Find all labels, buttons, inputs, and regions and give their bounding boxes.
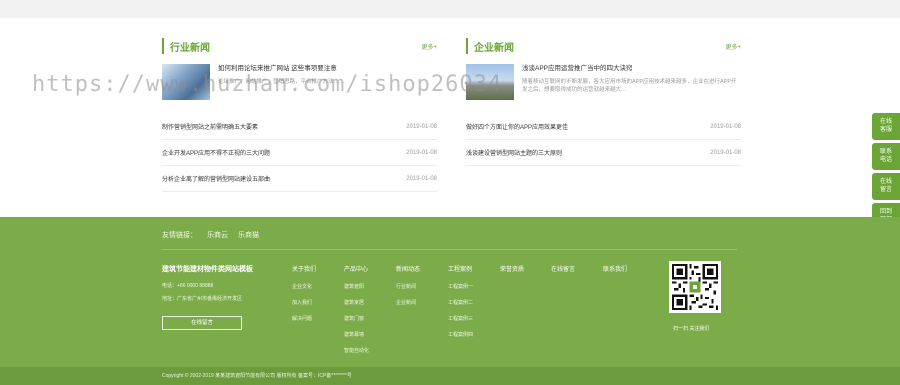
footer-column-message: 在线留言: [551, 264, 575, 283]
footer-link[interactable]: 行业新闻: [396, 283, 420, 290]
friend-link[interactable]: 乐商猫: [238, 230, 259, 249]
industry-news-title: 行业新闻: [170, 42, 210, 54]
news-item-title[interactable]: 做好四个方面让你的APP应用效果更佳: [466, 122, 568, 131]
news-item-title[interactable]: 浅谈建设营销型网站主题的三大原则: [466, 148, 562, 157]
friend-links-label: 友情链接：: [162, 232, 197, 239]
news-list-item[interactable]: 分析企业离了解的营销型网站建设五部曲 2019-01-08: [162, 166, 437, 192]
footer-column-contact: 联系我们: [603, 264, 627, 283]
footer-column-title[interactable]: 荣誉资质: [500, 264, 524, 273]
footer-link[interactable]: 工程案例四: [448, 331, 473, 338]
news-item-date: 2019-01-08: [406, 175, 437, 182]
footer-column-title[interactable]: 产品中心: [344, 264, 369, 273]
watermark-text: https://www.huzhan.com/ishop26034: [32, 72, 503, 97]
industry-news-header: 行业新闻 更多+: [162, 38, 437, 54]
footer-column-title[interactable]: 在线留言: [551, 264, 575, 273]
footer-column-title[interactable]: 联系我们: [603, 264, 627, 273]
company-address: 地址：广东省广州市番禺经济开发区: [162, 296, 243, 302]
online-message-button[interactable]: 在线 留言: [872, 173, 900, 200]
enterprise-news-title: 企业新闻: [474, 42, 514, 54]
friend-link[interactable]: 乐商云: [207, 230, 228, 249]
top-strip: [0, 0, 900, 18]
news-list-item[interactable]: 企业开发APP应用不得不正视的三大问题 2019-01-08: [162, 140, 437, 166]
footer-link[interactable]: 解决问题: [292, 315, 316, 322]
footer-link[interactable]: 企业新闻: [396, 299, 420, 306]
company-name: 建筑节能建材物件类网站模板: [162, 266, 253, 273]
copyright-bar: Copyright © 2002-2019 某某建筑遮阳节能有限公司 版权所有 …: [0, 367, 900, 385]
industry-news-list: 制作营销型网站之前需明确五大要素 2019-01-08 企业开发APP应用不得不…: [162, 114, 437, 192]
footer-column-cases: 工程案例 工程案例一 工程案例二 工程案例三 工程案例四: [448, 264, 473, 347]
news-item-date: 2019-01-08: [710, 123, 741, 130]
footer-link[interactable]: 智能自动化: [344, 347, 369, 354]
footer-message-button[interactable]: 在线留言: [162, 316, 242, 330]
site-footer: 友情链接： 乐商云 乐商猫 建筑节能建材物件类网站模板 电话：+86 0000 …: [0, 217, 900, 367]
footer-column-title[interactable]: 工程案例: [448, 264, 473, 273]
industry-news-more-link[interactable]: 更多+: [421, 42, 437, 51]
footer-column-title[interactable]: 关于我们: [292, 264, 316, 273]
news-list-item[interactable]: 制作营销型网站之前需明确五大要素 2019-01-08: [162, 114, 437, 140]
friend-links: 友情链接： 乐商云 乐商猫: [162, 230, 737, 250]
footer-column-about: 关于我们 企业文化 加入我们 解决问题: [292, 264, 316, 331]
enterprise-news-list: 做好四个方面让你的APP应用效果更佳 2019-01-08 浅谈建设营销型网站主…: [466, 114, 741, 166]
footer-link[interactable]: 建筑遮阳: [344, 283, 369, 290]
side-button-label: 在线: [879, 119, 892, 125]
enterprise-news-header: 企业新闻 更多+: [466, 38, 741, 54]
news-list-item[interactable]: 做好四个方面让你的APP应用效果更佳 2019-01-08: [466, 114, 741, 140]
floating-side-toolbar: 在线 客服 联系 电话 在线 留言 回到 顶部: [872, 113, 900, 233]
footer-link[interactable]: 建筑幕墙: [344, 331, 369, 338]
qr-code-icon: [669, 261, 721, 313]
feature-title[interactable]: 浅谈APP应用运营推广当中的四大诀窍: [522, 64, 741, 74]
news-item-date: 2019-01-08: [710, 149, 741, 156]
company-info: 建筑节能建材物件类网站模板 电话：+86 0000 88888 地址：广东省广州…: [162, 264, 287, 330]
contact-phone-button[interactable]: 联系 电话: [872, 143, 900, 170]
news-item-date: 2019-01-08: [406, 123, 437, 130]
enterprise-news-section: 企业新闻 更多+ 浅谈APP应用运营推广当中的四大诀窍 随着移动互联网的不断发展…: [466, 38, 741, 166]
footer-link[interactable]: 工程案例二: [448, 299, 473, 306]
footer-link[interactable]: 企业文化: [292, 283, 316, 290]
enterprise-news-more-link[interactable]: 更多+: [725, 42, 741, 51]
feature-description: 随着移动互联网的不断发展，各大应用市场的APP应用技术越来越多，企业在进行APP…: [522, 79, 737, 93]
footer-column-honors: 荣誉资质: [500, 264, 524, 283]
online-service-button[interactable]: 在线 客服: [872, 113, 900, 140]
news-list-item[interactable]: 浅谈建设营销型网站主题的三大原则 2019-01-08: [466, 140, 741, 166]
side-button-label: 留言: [879, 187, 892, 193]
enterprise-news-feature[interactable]: 浅谈APP应用运营推广当中的四大诀窍 随着移动互联网的不断发展，各大应用市场的A…: [466, 64, 741, 102]
footer-link[interactable]: 加入我们: [292, 299, 316, 306]
company-phone: 电话：+86 0000 88888: [162, 283, 214, 289]
side-button-label: 客服: [879, 127, 892, 133]
news-item-title[interactable]: 分析企业离了解的营销型网站建设五部曲: [162, 174, 270, 183]
qr-caption: 扫一扫 关注我们: [673, 326, 710, 332]
side-button-label: 联系: [879, 149, 892, 155]
news-item-date: 2019-01-08: [406, 149, 437, 156]
side-button-label: 回到: [879, 209, 892, 215]
news-item-title[interactable]: 企业开发APP应用不得不正视的三大问题: [162, 148, 270, 157]
feature-text: 浅谈APP应用运营推广当中的四大诀窍 随着移动互联网的不断发展，各大应用市场的A…: [522, 64, 741, 102]
footer-link[interactable]: 工程案例一: [448, 283, 473, 290]
footer-link[interactable]: 建筑门窗: [344, 315, 369, 322]
side-button-label: 电话: [879, 157, 892, 163]
side-button-label: 在线: [879, 179, 892, 185]
footer-column-news: 新闻动态 行业新闻 企业新闻: [396, 264, 420, 315]
footer-link[interactable]: 建筑家居: [344, 299, 369, 306]
news-item-title[interactable]: 制作营销型网站之前需明确五大要素: [162, 122, 258, 131]
footer-link[interactable]: 工程案例三: [448, 315, 473, 322]
footer-column-title[interactable]: 新闻动态: [396, 264, 420, 273]
industry-news-section: 行业新闻 更多+ 如何利用论坛来推广网站 这些事项要注意 论坛推广，网站推广，营…: [162, 38, 437, 192]
copyright-text: Copyright © 2002-2019 某某建筑遮阳节能有限公司 版权所有 …: [162, 373, 352, 379]
footer-column-products: 产品中心 建筑遮阳 建筑家居 建筑门窗 建筑幕墙 智能自动化: [344, 264, 369, 363]
